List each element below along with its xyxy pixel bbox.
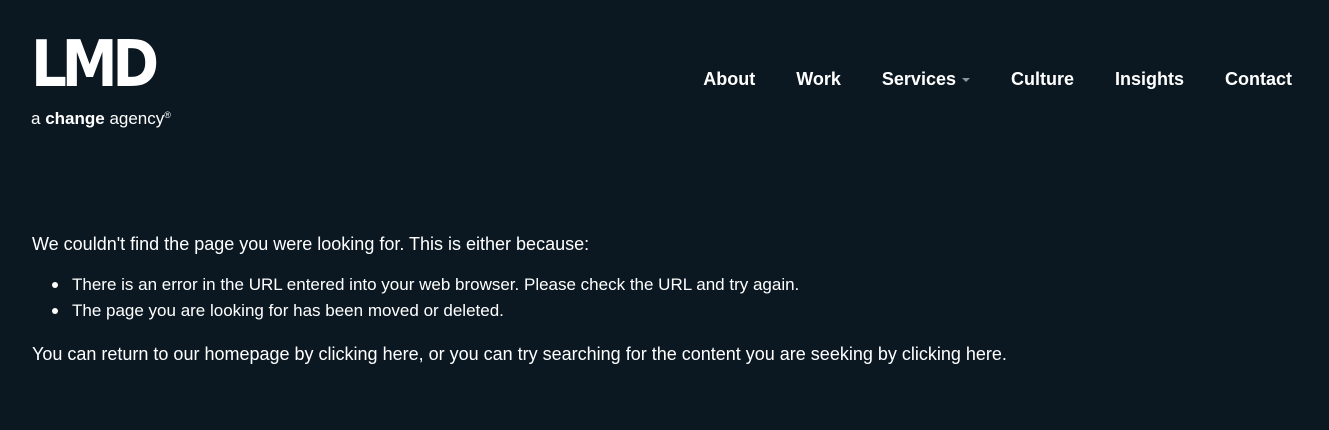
main-nav: About Work Services Culture Insights Con… [703, 67, 1292, 91]
nav-insights-label: Insights [1114, 69, 1184, 89]
tagline-prefix: a [31, 109, 46, 128]
list-item: There is an error in the URL entered int… [52, 272, 1292, 298]
nav-contact-label: Contact [1225, 69, 1292, 89]
error-content: We couldn't find the page you were looki… [32, 232, 1292, 366]
nav-insights[interactable]: Insights [1115, 67, 1184, 91]
site-header: LMD a change agency® About Work Services… [0, 0, 1329, 140]
reason-text: The page you are looking for has been mo… [72, 301, 504, 320]
list-item: The page you are looking for has been mo… [52, 298, 1292, 324]
nav-work-label: Work [796, 69, 841, 89]
logo-tagline: a change agency® [31, 105, 171, 129]
nav-services-label: Services [881, 69, 956, 89]
nav-about[interactable]: About [703, 67, 755, 91]
nav-services[interactable]: Services [882, 67, 970, 91]
error-intro: We couldn't find the page you were looki… [32, 234, 590, 254]
chevron-down-icon [961, 78, 970, 82]
bullet-icon [52, 308, 58, 314]
homepage-link[interactable]: clicking here [319, 344, 419, 364]
error-reasons-list: There is an error in the URL entered int… [32, 272, 1292, 324]
nav-culture-label: Culture [1010, 69, 1074, 89]
error-footer: You can return to our homepage by clicki… [32, 342, 1292, 366]
reason-text: There is an error in the URL entered int… [72, 275, 800, 294]
footer-text-1: You can return to our homepage by [32, 344, 319, 364]
footer-text-2: , or you can try searching for the conte… [418, 344, 902, 364]
nav-about-label: About [703, 69, 756, 89]
logo-mark: LMD [31, 28, 159, 102]
registered-mark: ® [164, 110, 171, 120]
nav-culture[interactable]: Culture [1011, 67, 1074, 91]
tagline-suffix: agency [104, 109, 165, 128]
bullet-icon [52, 282, 58, 288]
lmd-logo[interactable]: LMD a change agency® [31, 28, 191, 129]
nav-work[interactable]: Work [796, 67, 841, 91]
tagline-bold: change [45, 109, 105, 128]
footer-text-3: . [1001, 344, 1007, 364]
search-link[interactable]: clicking here [902, 344, 1002, 364]
nav-contact[interactable]: Contact [1225, 67, 1292, 91]
